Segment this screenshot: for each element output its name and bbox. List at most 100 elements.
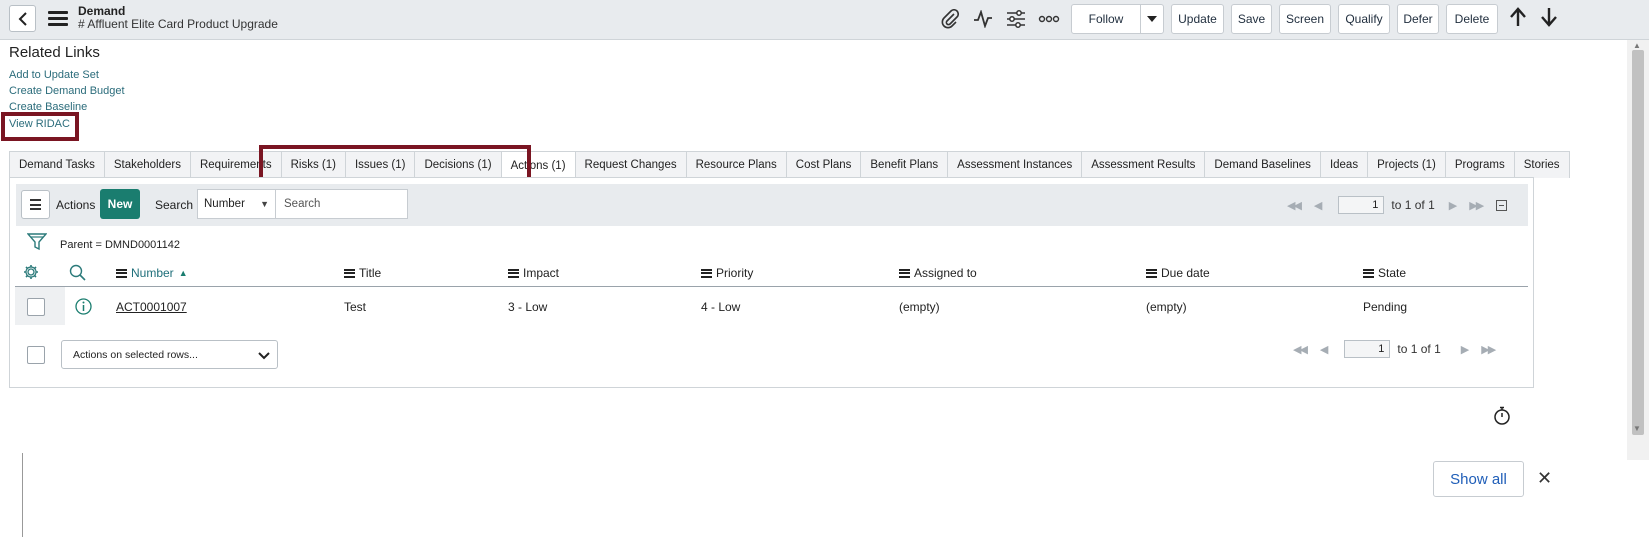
column-header-state[interactable]: State — [1363, 266, 1406, 280]
sort-ascending-icon: ▲ — [178, 268, 188, 278]
first-page-icon[interactable]: ◀◀ — [1293, 343, 1308, 356]
close-icon[interactable]: ✕ — [1537, 468, 1552, 489]
cell-assigned-to: (empty) — [899, 300, 940, 314]
tab-cost-plans[interactable]: Cost Plans — [785, 151, 862, 178]
column-menu-icon[interactable] — [899, 267, 910, 279]
cell-state: Pending — [1363, 300, 1408, 314]
show-all-button[interactable]: Show all — [1433, 461, 1524, 497]
last-page-icon[interactable]: ▶▶ — [1469, 199, 1484, 212]
vertical-scrollbar[interactable]: ▲ ▼ — [1627, 40, 1649, 460]
column-header-priority[interactable]: Priority — [701, 266, 753, 280]
related-links-title: Related Links — [9, 44, 100, 61]
save-button[interactable]: Save — [1231, 4, 1272, 34]
tab-request-changes[interactable]: Request Changes — [574, 151, 687, 178]
defer-button[interactable]: Defer — [1397, 4, 1439, 34]
column-label[interactable]: Assigned to — [914, 266, 977, 280]
select-all-checkbox[interactable] — [27, 346, 45, 364]
follow-button[interactable]: Follow — [1071, 4, 1141, 34]
row-checkbox[interactable] — [27, 298, 45, 316]
record-title-block: Demand # Affluent Elite Card Product Upg… — [78, 5, 278, 31]
list-title: Actions — [56, 198, 96, 212]
column-header-assigned-to[interactable]: Assigned to — [899, 266, 977, 280]
caret-down-icon — [1147, 16, 1157, 22]
tab-resource-plans[interactable]: Resource Plans — [685, 151, 787, 178]
arrow-up-icon[interactable] — [1506, 6, 1530, 28]
scroll-down-arrow-icon[interactable]: ▼ — [1633, 424, 1641, 433]
gear-icon[interactable] — [23, 264, 39, 280]
list-menu-button[interactable] — [21, 190, 50, 219]
scroll-up-arrow-icon[interactable]: ▲ — [1633, 41, 1641, 50]
tab-assessment-instances[interactable]: Assessment Instances — [947, 151, 1083, 178]
last-page-icon[interactable]: ▶▶ — [1481, 343, 1496, 356]
column-label[interactable]: Due date — [1161, 266, 1210, 280]
column-menu-icon[interactable] — [508, 267, 519, 279]
delete-button[interactable]: Delete — [1446, 4, 1498, 34]
search-icon[interactable] — [69, 264, 86, 281]
arrow-down-icon[interactable] — [1537, 6, 1561, 28]
page-input[interactable]: 1 — [1344, 340, 1391, 358]
search-field-value: Number — [204, 198, 245, 210]
next-page-icon[interactable]: ▶ — [1461, 343, 1470, 356]
tab-demand-tasks[interactable]: Demand Tasks — [9, 151, 105, 178]
search-field-select[interactable]: Number ▼ — [197, 189, 276, 219]
filter-icon[interactable] — [27, 233, 47, 251]
collapse-icon[interactable] — [1496, 199, 1508, 211]
cell-priority: 4 - Low — [701, 300, 741, 314]
tab-demand-baselines[interactable]: Demand Baselines — [1204, 151, 1321, 178]
tab-benefit-plans[interactable]: Benefit Plans — [860, 151, 949, 178]
search-input[interactable] — [275, 189, 408, 219]
column-label[interactable]: Impact — [523, 266, 559, 280]
create-demand-budget-link[interactable]: Create Demand Budget — [9, 85, 125, 97]
screen-button[interactable]: Screen — [1279, 4, 1331, 34]
stopwatch-icon[interactable] — [1493, 406, 1511, 425]
tab-stories[interactable]: Stories — [1513, 151, 1570, 178]
chevron-left-icon — [18, 11, 27, 26]
hamburger-icon[interactable] — [48, 11, 68, 27]
column-menu-icon[interactable] — [344, 267, 355, 279]
chevron-down-icon — [258, 352, 270, 360]
tab-assessment-results[interactable]: Assessment Results — [1081, 151, 1206, 178]
tab-stakeholders[interactable]: Stakeholders — [103, 151, 191, 178]
info-icon[interactable] — [75, 298, 92, 315]
column-menu-icon[interactable] — [1146, 267, 1157, 279]
actions-select-value: Actions on selected rows... — [73, 349, 198, 361]
tab-ideas[interactable]: Ideas — [1319, 151, 1369, 178]
record-title: # Affluent Elite Card Product Upgrade — [78, 17, 278, 31]
add-to-update-set-link[interactable]: Add to Update Set — [9, 69, 99, 81]
column-header-title[interactable]: Title — [344, 266, 381, 280]
actions-on-selected-rows-select[interactable]: Actions on selected rows... — [61, 340, 278, 369]
tab-programs[interactable]: Programs — [1444, 151, 1515, 178]
next-page-icon[interactable]: ▶ — [1449, 199, 1458, 212]
qualify-button[interactable]: Qualify — [1338, 4, 1390, 34]
column-menu-icon[interactable] — [116, 267, 127, 279]
scrollbar-thumb[interactable] — [1632, 50, 1644, 435]
cell-due-date: (empty) — [1146, 300, 1187, 314]
column-header-due-date[interactable]: Due date — [1146, 266, 1210, 280]
new-button[interactable]: New — [100, 189, 140, 219]
filter-condition[interactable]: Parent = DMND0001142 — [60, 239, 180, 251]
column-menu-icon[interactable] — [701, 267, 712, 279]
follow-dropdown-button[interactable] — [1140, 4, 1164, 34]
cell-impact: 3 - Low — [508, 300, 548, 314]
page-input[interactable]: 1 — [1338, 196, 1385, 214]
first-page-icon[interactable]: ◀◀ — [1287, 199, 1302, 212]
update-button[interactable]: Update — [1171, 4, 1224, 34]
sliders-icon[interactable] — [1004, 8, 1028, 30]
prev-page-icon[interactable]: ◀ — [1314, 199, 1323, 212]
paperclip-icon[interactable] — [938, 8, 962, 30]
prev-page-icon[interactable]: ◀ — [1320, 343, 1329, 356]
tab-projects[interactable]: Projects (1) — [1367, 151, 1446, 178]
more-icon[interactable] — [1037, 8, 1061, 30]
record-number-link[interactable]: ACT0001007 — [116, 300, 187, 314]
back-button[interactable] — [9, 5, 36, 32]
column-label[interactable]: Priority — [716, 266, 753, 280]
column-label[interactable]: State — [1378, 266, 1406, 280]
related-list-tabs: Demand Tasks Stakeholders Requirements R… — [9, 151, 1570, 179]
column-label[interactable]: Number — [131, 266, 174, 280]
activity-icon[interactable] — [971, 8, 995, 30]
column-header-number[interactable]: Number ▲ — [116, 266, 188, 280]
highlight-box — [1, 112, 79, 141]
column-header-impact[interactable]: Impact — [508, 266, 559, 280]
column-menu-icon[interactable] — [1363, 267, 1374, 279]
column-label[interactable]: Title — [359, 266, 381, 280]
